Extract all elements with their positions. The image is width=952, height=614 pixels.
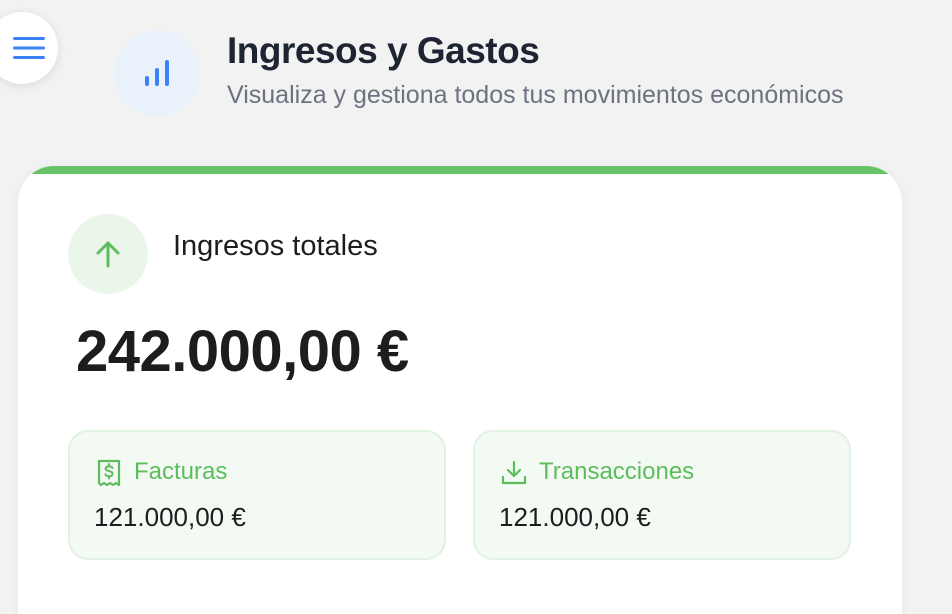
transactions-stat[interactable]: Transacciones 121.000,00 €: [473, 430, 851, 560]
arrow-up-icon: [96, 241, 120, 268]
invoices-stat[interactable]: Facturas 121.000,00 €: [68, 430, 446, 560]
bar-chart-icon: [145, 60, 169, 86]
invoice-dollar-icon: [97, 459, 121, 487]
income-total-amount: 242.000,00 €: [76, 319, 409, 384]
invoices-stat-label: Facturas: [134, 458, 228, 485]
transactions-stat-value: 121.000,00 €: [499, 502, 651, 532]
page: Ingresos y Gastos Visualiza y gestiona t…: [0, 0, 952, 614]
income-card: Ingresos totales 242.000,00 € Facturas 1…: [18, 166, 902, 614]
card-accent-bar: [18, 166, 902, 174]
hamburger-menu-icon: [13, 37, 45, 59]
income-icon-badge: [68, 214, 148, 294]
header-icon-badge: [114, 30, 200, 116]
download-tray-icon: [501, 460, 527, 485]
invoices-stat-value: 121.000,00 €: [94, 502, 246, 532]
menu-button[interactable]: [0, 12, 58, 84]
page-title: Ingresos y Gastos: [227, 30, 540, 71]
page-subtitle: Visualiza y gestiona todos tus movimient…: [227, 81, 844, 109]
transactions-stat-label: Transacciones: [539, 458, 695, 485]
income-card-title: Ingresos totales: [173, 230, 378, 262]
